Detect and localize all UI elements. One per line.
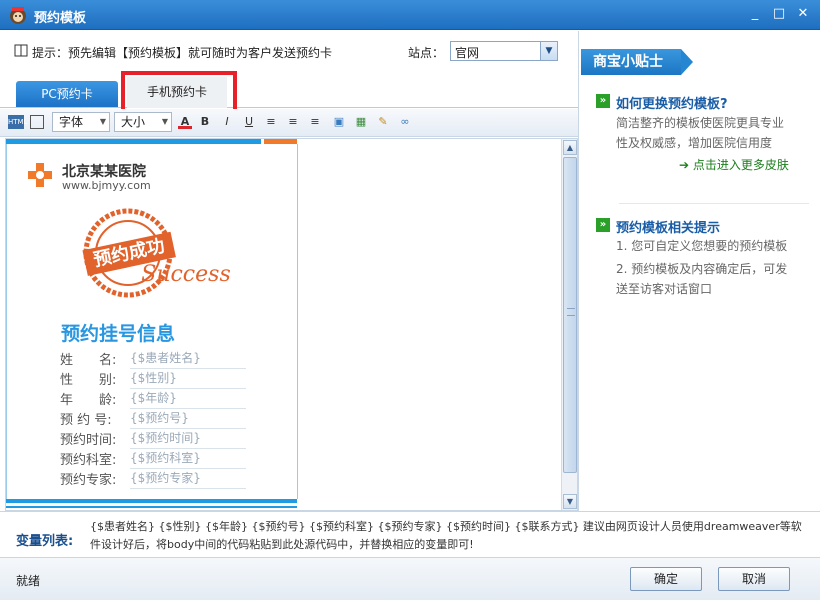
info-title: 预约挂号信息 [61,323,176,345]
field-value: {$性别} [130,369,246,389]
card-bottom-bar [6,499,297,503]
status-text: 就绪 [16,574,41,588]
field-department: 预约科室: {$预约科室} [60,447,250,469]
bold-icon[interactable]: B [198,115,212,129]
success-stamp-icon: 预约成功 Success [82,208,231,298]
variable-list: 变量列表: {$患者姓名} {$性别} {$年龄} {$预约号} {$预约科室}… [0,511,820,557]
editor-scrollbar[interactable]: ▲ ▼ [561,139,577,510]
field-label: 预约时间: [60,433,117,448]
field-label: 姓 名: [60,353,117,368]
tips-section2-title: 预约模板相关提示 [616,221,721,236]
field-age: 年 龄: {$年龄} [60,387,250,409]
tips-section1-text: 简洁整齐的模板使医院更具专业性及权威感，增加医院信用度 [616,116,785,150]
site-select[interactable]: 官网 ▼ [450,41,558,61]
preview-icon[interactable] [30,115,44,129]
hint-row: 提示：预先编辑【预约模板】就可随时为客户发送预约卡 站点： 官网 ▼ [0,31,578,71]
html-source-icon[interactable]: HTML [8,115,27,129]
tips-panel-title: 商宝小贴士 [581,49,693,75]
card-top-accent [264,139,297,144]
editor-canvas[interactable]: 北京某某医院 www.bjmyy.com 预约成功 Success 预约挂号信息… [5,138,578,511]
card-top-bar [6,139,261,144]
field-label: 性 别: [60,373,117,388]
double-arrow-icon: » [596,94,610,108]
chevron-down-icon: ▼ [161,117,168,126]
scroll-down-icon[interactable]: ▼ [563,494,577,509]
tab-pc-card[interactable]: PC预约卡 [16,81,118,107]
more-skins-link[interactable]: ➔ 点击进入更多皮肤 [679,156,789,173]
card-tabs: PC预约卡 手机预约卡 [0,71,578,118]
insert-table-icon[interactable]: ▦ [354,115,368,129]
link-icon[interactable]: ∞ [398,115,412,129]
arrow-right-icon: ➔ [679,158,693,172]
cancel-button[interactable]: 取消 [718,567,790,591]
title-bar: 预约模板 _ □ ✕ [0,0,820,30]
font-color-icon[interactable]: A [178,115,192,129]
field-label: 预约科室: [60,453,117,468]
variable-list-text: {$患者姓名} {$性别} {$年龄} {$预约号} {$预约科室} {$预约专… [90,520,802,551]
window-title: 预约模板 [34,11,87,26]
more-skins-link-label: 点击进入更多皮肤 [692,158,789,172]
italic-icon[interactable]: I [220,115,234,129]
hospital-name: 北京某某医院 [62,164,146,180]
double-arrow-icon: » [596,218,610,232]
card-border-right [297,144,298,499]
site-select-value: 官网 [455,46,480,60]
variable-list-label: 变量列表: [16,534,74,549]
tips-section1-title: 如何更换预约模板? [616,97,728,112]
field-expert: 预约专家: {$预约专家} [60,467,250,489]
card-border-left [6,144,7,499]
ok-button[interactable]: 确定 [630,567,702,591]
field-booking-number: 预 约 号: {$预约号} [60,407,250,429]
underline-icon[interactable]: U [242,115,256,129]
field-value: {$预约号} [130,409,246,429]
chevron-down-icon: ▼ [99,117,106,126]
maximize-button[interactable]: □ [770,5,788,23]
tips-divider [619,203,809,204]
field-label: 预 约 号: [60,413,112,428]
insert-image-icon[interactable]: ▣ [332,115,346,129]
appointment-card: 北京某某医院 www.bjmyy.com 预约成功 Success 预约挂号信息… [6,139,298,510]
size-combo[interactable]: 大小 ▼ [114,112,172,132]
field-label: 年 龄: [60,393,117,408]
hint-text: 提示：预先编辑【预约模板】就可随时为客户发送预约卡 [32,46,333,60]
align-left-icon[interactable]: ≡ [264,115,278,129]
font-combo[interactable]: 字体 ▼ [52,112,110,132]
field-booking-time: 预约时间: {$预约时间} [60,427,250,449]
field-value: {$患者姓名} [130,349,246,369]
scroll-thumb[interactable] [563,157,577,473]
site-label: 站点： [408,46,445,60]
grip-icon [567,308,575,316]
tips-section2-item2: 2. 预约模板及内容确定后，可发送至访客对话窗口 [616,262,788,296]
align-right-icon[interactable]: ≡ [308,115,322,129]
edit-icon[interactable]: ✎ [376,115,390,129]
card-bottom-line [6,506,297,508]
field-value: {$预约时间} [130,429,246,449]
align-center-icon[interactable]: ≡ [286,115,300,129]
hospital-logo-icon [28,163,52,187]
field-value: {$预约科室} [130,449,246,469]
book-icon [14,44,28,57]
field-value: {$预约专家} [130,469,246,489]
size-combo-label: 大小 [121,115,146,129]
close-button[interactable]: ✕ [794,5,812,23]
editor-toolbar: HTML 字体 ▼ 大小 ▼ A B I U ≡ ≡ ≡ ▣ ▦ ✎ ∞ [0,109,578,137]
scroll-up-icon[interactable]: ▲ [563,140,577,155]
tips-panel: 商宝小贴士 » 如何更换预约模板? 简洁整齐的模板使医院更具专业性及权威感，增加… [578,31,820,511]
status-bar: 就绪 确定 取消 [0,557,820,600]
field-name: 姓 名: {$患者姓名} [60,347,250,369]
hospital-url: www.bjmyy.com [62,179,151,192]
field-gender: 性 别: {$性别} [60,367,250,389]
app-monkey-icon [10,7,26,24]
chevron-down-icon[interactable]: ▼ [540,42,557,60]
field-label: 预约专家: [60,473,117,488]
editor-area: 提示：预先编辑【预约模板】就可随时为客户发送预约卡 站点： 官网 ▼ PC预约卡… [0,31,578,511]
stamp-script: Success [141,262,230,287]
font-combo-label: 字体 [59,115,84,129]
tips-section2-item1: 1. 您可自定义您想要的预约模板 [616,239,788,253]
minimize-button[interactable]: _ [746,5,764,23]
field-value: {$年龄} [130,389,246,409]
